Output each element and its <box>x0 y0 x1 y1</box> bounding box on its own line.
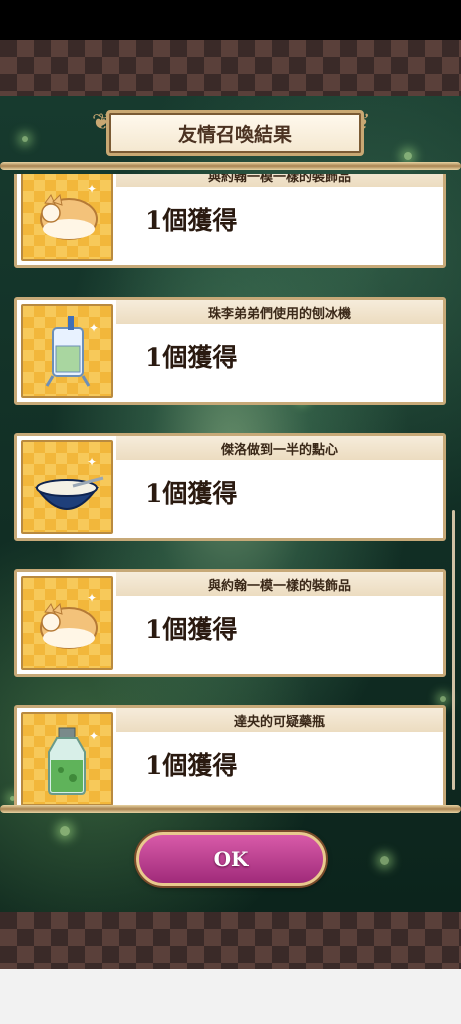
svg-text:✦: ✦ <box>87 182 97 196</box>
cat-plush-icon: ✦ <box>21 576 113 670</box>
ok-button[interactable]: OK <box>136 832 326 886</box>
svg-text:✦: ✦ <box>87 591 97 605</box>
result-card: 珠李弟弟們使用的刨冰機 ✦ 1個獲得 <box>14 297 446 405</box>
result-count: 1個獲得 <box>145 479 238 508</box>
potion-bottle-icon: ✦ <box>21 712 113 806</box>
frame-rod-top <box>0 162 461 170</box>
result-item-name: 與約翰一模一樣的裝飾品 <box>207 578 351 594</box>
result-card: 達央的可疑藥瓶 ✦ 1個獲得 <box>14 705 446 806</box>
bottom-border-pattern <box>0 912 461 969</box>
result-item-name: 傑洛做到一半的點心 <box>220 442 338 458</box>
svg-text:✦: ✦ <box>87 455 97 469</box>
system-navigation-bar <box>0 969 461 1024</box>
results-list[interactable]: 與約翰一模一樣的裝飾品 ✦ 1個獲得 珠李弟弟們使用的刨冰機 ✦ 1個獲得 傑洛… <box>14 174 446 806</box>
result-count: 1個獲得 <box>145 206 238 235</box>
top-border-pattern <box>0 40 461 96</box>
dialog-title-plate: 友情召喚結果 <box>106 110 364 156</box>
result-item-name: 與約翰一模一樣的裝飾品 <box>207 174 351 185</box>
results-scrollbar[interactable] <box>452 510 455 790</box>
result-count: 1個獲得 <box>145 343 238 372</box>
result-count: 1個獲得 <box>145 751 238 780</box>
dialog-title: 友情召喚結果 <box>177 123 292 146</box>
result-count: 1個獲得 <box>145 615 238 644</box>
shaved-ice-machine-icon: ✦ <box>21 304 113 398</box>
result-card: 與約翰一模一樣的裝飾品 ✦ 1個獲得 <box>14 569 446 677</box>
status-bar <box>0 0 461 40</box>
cat-plush-icon: ✦ <box>21 174 113 261</box>
result-card: 傑洛做到一半的點心 ✦ 1個獲得 <box>14 433 446 541</box>
svg-text:✦: ✦ <box>89 321 99 335</box>
svg-text:✦: ✦ <box>89 729 99 743</box>
result-item-name: 珠李弟弟們使用的刨冰機 <box>207 306 351 322</box>
ok-button-label: OK <box>213 847 249 871</box>
result-card: 與約翰一模一樣的裝飾品 ✦ 1個獲得 <box>14 174 446 268</box>
frame-rod-bottom <box>0 805 461 813</box>
result-item-name: 達央的可疑藥瓶 <box>233 714 325 730</box>
mixing-bowl-icon: ✦ <box>21 440 113 534</box>
